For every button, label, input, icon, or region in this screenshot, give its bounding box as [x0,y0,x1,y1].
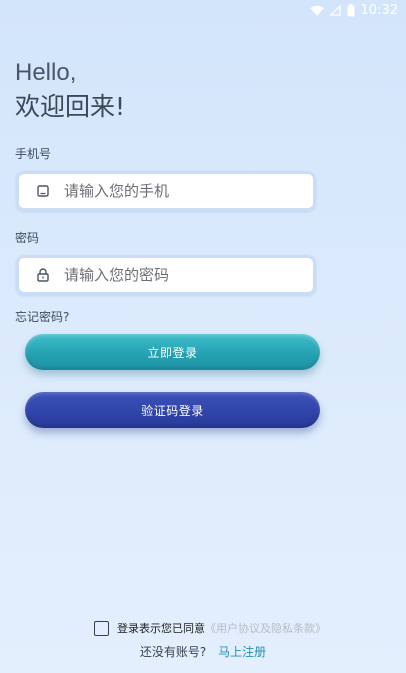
phone-field[interactable] [16,171,316,211]
register-question: 还没有账号? [139,645,207,659]
register-link[interactable]: 马上注册 [218,645,266,659]
register-row: 还没有账号? 马上注册 [0,643,406,660]
agreement-checkbox[interactable] [94,620,109,636]
code-login-button[interactable]: 验证码登录 [25,392,320,428]
greeting-hello: Hello, [15,59,77,86]
battery-icon [347,4,355,17]
greeting: Hello, 欢迎回来! [15,58,125,124]
agreement-row: 登录表示您已同意 《用户协议及隐私条款》 [94,620,326,636]
status-icons: 10:32 [310,3,398,18]
login-button[interactable]: 立即登录 [25,334,320,370]
signal-icon [329,5,341,16]
phone-label: 手机号 [15,147,52,161]
password-field[interactable] [16,255,316,295]
agreement-text: 登录表示您已同意 [117,622,205,635]
password-input[interactable] [62,265,306,285]
status-bar: 10:32 [0,0,406,24]
forgot-password-link[interactable]: 忘记密码? [15,308,69,325]
greeting-welcome-back: 欢迎回来! [15,92,126,121]
phone-input[interactable] [62,181,306,201]
lock-icon [34,266,52,284]
wifi-icon [310,5,324,17]
status-time: 10:32 [360,3,398,18]
password-label: 密码 [15,231,40,245]
phone-icon [34,182,52,200]
agreement-link[interactable]: 《用户协议及隐私条款》 [205,620,326,636]
